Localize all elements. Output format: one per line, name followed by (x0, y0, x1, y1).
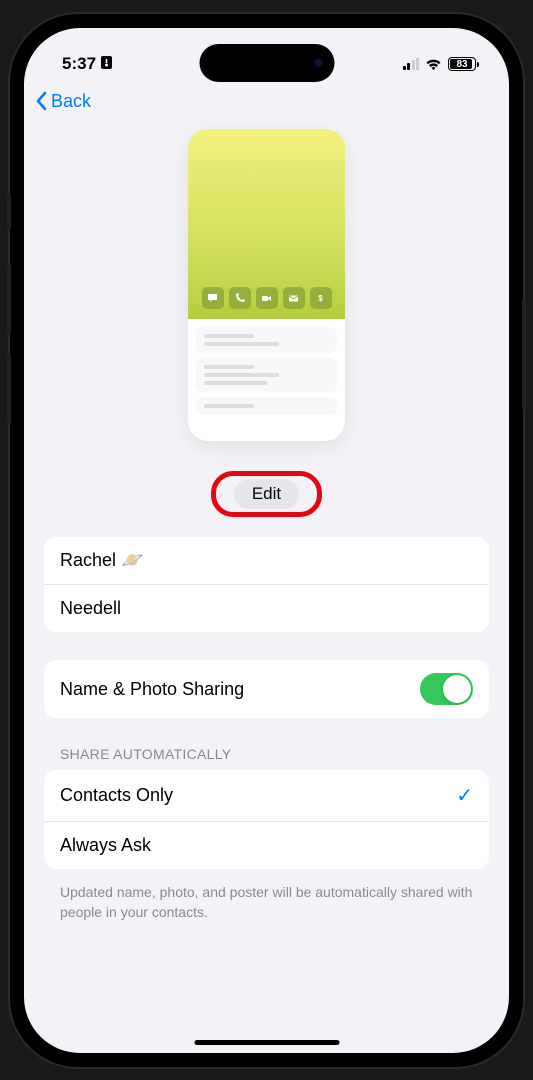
content: $ Edit (24, 129, 509, 922)
status-right: 83 (403, 57, 480, 71)
sharing-section: Name & Photo Sharing (44, 660, 489, 718)
svg-text:$: $ (318, 294, 323, 303)
pay-icon: $ (310, 287, 332, 309)
always-ask-option[interactable]: Always Ask (44, 822, 489, 869)
orientation-lock-icon (101, 56, 112, 72)
phone-icon (229, 287, 251, 309)
volume-up-button (7, 264, 11, 334)
share-automatically-group: SHARE AUTOMATICALLY Contacts Only ✓ Alwa… (44, 746, 489, 922)
signal-icon (403, 58, 420, 70)
power-button (522, 299, 526, 409)
first-name-field[interactable]: Rachel 🪐 (44, 537, 489, 585)
last-name-value: Needell (60, 598, 121, 619)
nav-bar: Back (24, 83, 509, 125)
dynamic-island (199, 44, 334, 82)
home-indicator[interactable] (194, 1040, 339, 1045)
name-section: Rachel 🪐 Needell (44, 537, 489, 632)
screen: 5:37 83 (24, 28, 509, 1053)
share-auto-header: SHARE AUTOMATICALLY (44, 746, 489, 770)
wifi-icon (425, 58, 442, 71)
battery-percent: 83 (456, 59, 467, 70)
sharing-toggle[interactable] (420, 673, 473, 705)
name-photo-sharing-row: Name & Photo Sharing (44, 660, 489, 718)
edit-highlight: Edit (211, 471, 322, 517)
last-name-field[interactable]: Needell (44, 585, 489, 632)
status-left: 5:37 (62, 54, 112, 74)
contacts-only-label: Contacts Only (60, 785, 173, 806)
sharing-label: Name & Photo Sharing (60, 679, 244, 700)
checkmark-icon: ✓ (456, 783, 473, 808)
message-icon (202, 287, 224, 309)
video-icon (256, 287, 278, 309)
share-auto-footer: Updated name, photo, and poster will be … (44, 875, 489, 922)
edit-label: Edit (252, 484, 281, 503)
always-ask-label: Always Ask (60, 835, 151, 856)
status-time: 5:37 (62, 54, 96, 74)
back-button[interactable]: Back (34, 91, 91, 112)
battery-icon: 83 (448, 57, 479, 71)
mail-icon (283, 287, 305, 309)
edit-button[interactable]: Edit (234, 479, 299, 509)
back-label: Back (51, 91, 91, 112)
phone-frame: 5:37 83 (10, 14, 523, 1067)
contacts-only-option[interactable]: Contacts Only ✓ (44, 770, 489, 822)
volume-down-button (7, 354, 11, 424)
mute-switch (7, 194, 11, 229)
contact-poster-preview[interactable]: $ (44, 129, 489, 441)
first-name-value: Rachel 🪐 (60, 550, 143, 571)
